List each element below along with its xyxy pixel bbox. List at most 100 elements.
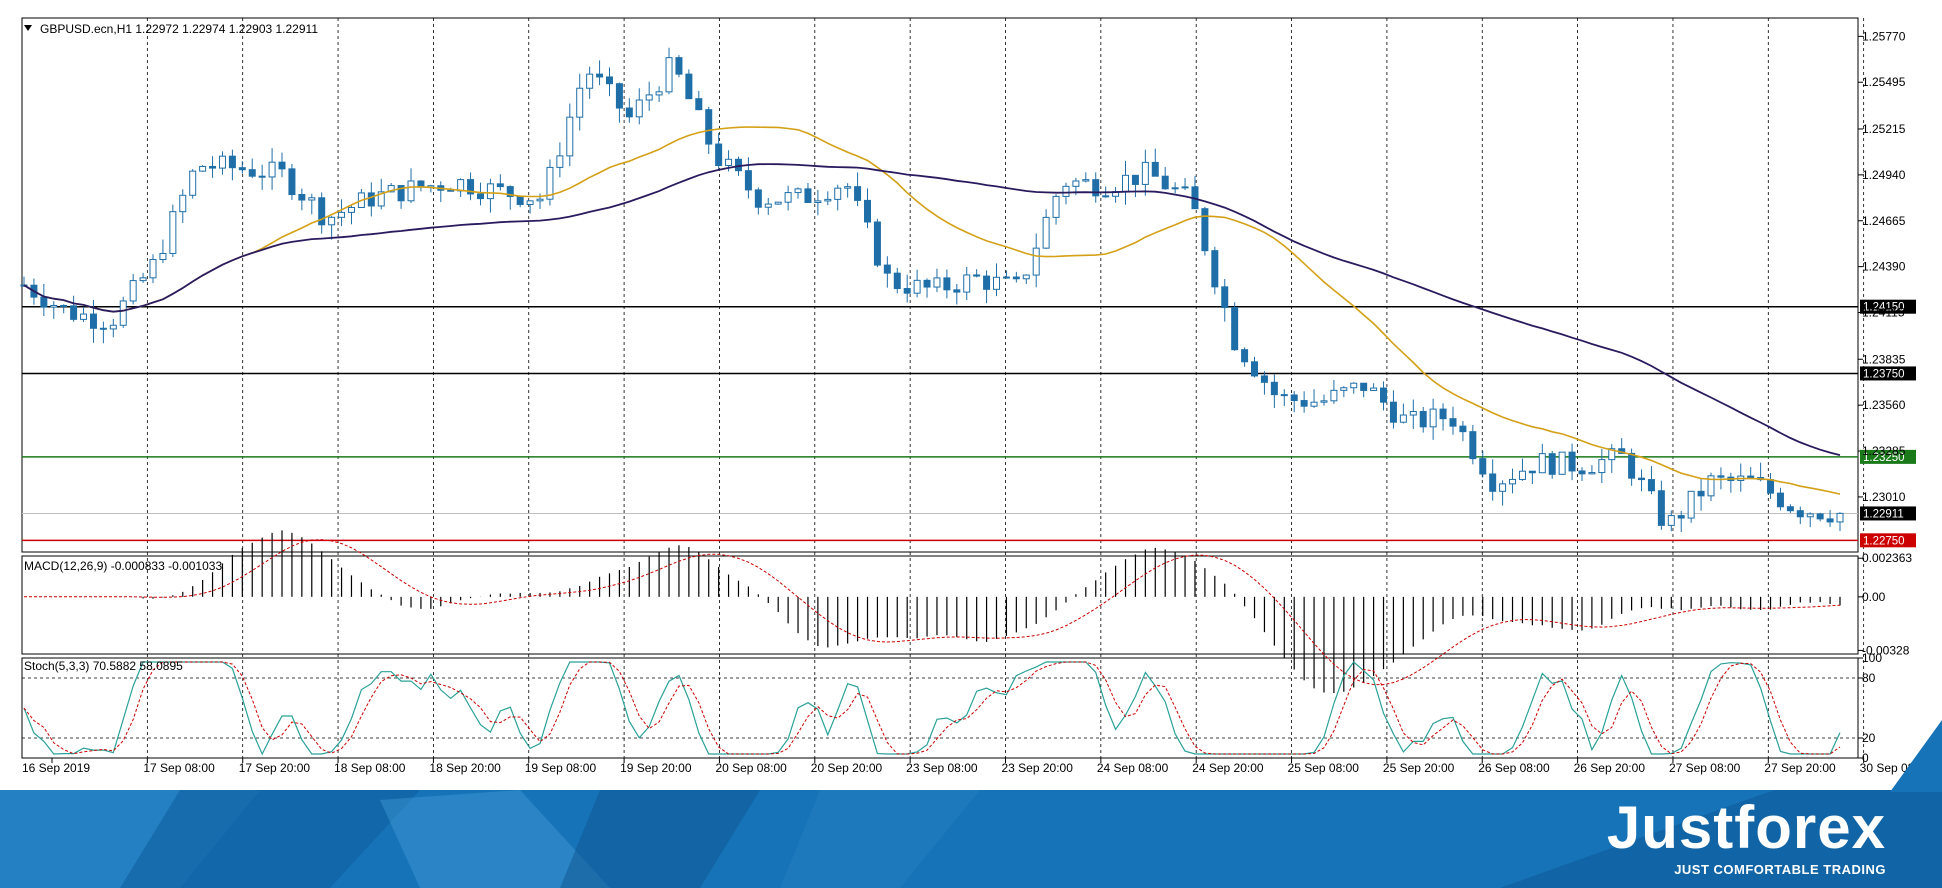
candle-body: [1419, 411, 1427, 428]
candle-body: [1836, 512, 1844, 523]
candle-body: [1697, 490, 1705, 497]
candle-body: [883, 264, 891, 274]
candle-body: [973, 274, 981, 277]
candle-body: [1638, 477, 1646, 481]
candle-body: [1270, 381, 1278, 396]
candle-body: [1161, 175, 1169, 190]
candle-body: [1102, 195, 1110, 198]
chart-header: GBPUSD.ecn,H1 1.22972 1.22974 1.22903 1.…: [40, 22, 318, 36]
candle-body: [70, 305, 78, 320]
time-label: 18 Sep 08:00: [334, 761, 406, 775]
candle-body: [854, 186, 862, 201]
candle-body: [1647, 479, 1655, 492]
time-label: 23 Sep 08:00: [906, 761, 978, 775]
price-label: 1.23835: [1862, 352, 1906, 366]
time-label: 20 Sep 08:00: [715, 761, 787, 775]
candle-body: [1389, 401, 1397, 423]
brand-logo: Justforex JUST COMFORTABLE TRADING: [1607, 796, 1886, 878]
candle-body: [1409, 411, 1417, 416]
candle-body: [298, 194, 306, 201]
candle-body: [1588, 472, 1596, 475]
candle-body: [328, 216, 336, 226]
candle-body: [268, 161, 276, 178]
candle-body: [476, 193, 484, 200]
candle-body: [1211, 250, 1219, 288]
candle-body: [1558, 451, 1566, 475]
candle-body: [1380, 387, 1388, 403]
candle-body: [1499, 483, 1507, 492]
candle-body: [238, 167, 246, 171]
brand-tagline: JUST COMFORTABLE TRADING: [1674, 862, 1886, 877]
price-label: 1.23010: [1862, 490, 1906, 504]
candle-body: [1806, 513, 1814, 518]
candle-body: [347, 206, 355, 213]
price-label: 1.24665: [1862, 214, 1906, 228]
candle-body: [288, 168, 296, 196]
candle-body: [496, 183, 504, 188]
trading-chart: 1.241501.237501.232501.227501.22911 16 S…: [20, 17, 1931, 775]
candle-body: [99, 327, 107, 330]
candle-body: [218, 155, 226, 169]
candle-body: [60, 304, 68, 307]
candle-body: [685, 73, 693, 100]
candle-body: [1509, 478, 1517, 485]
candle-body: [893, 272, 901, 290]
candle-body: [1260, 375, 1268, 383]
candle-body: [1767, 479, 1775, 494]
price-label: 1.23285: [1862, 444, 1906, 458]
candle-body: [665, 57, 673, 93]
candle-body: [1052, 195, 1060, 218]
candle-body: [139, 277, 147, 282]
candle-body: [605, 76, 613, 85]
candle-body: [1151, 161, 1159, 177]
candle-body: [1687, 490, 1695, 519]
candle-body: [129, 280, 137, 302]
candle-body: [695, 98, 703, 111]
candle-body: [1012, 276, 1020, 280]
price-label: 1.25495: [1862, 75, 1906, 89]
candle-body: [675, 57, 683, 75]
candle-body: [903, 288, 911, 294]
panel-3: [21, 657, 1859, 759]
time-label: 18 Sep 20:00: [429, 761, 501, 775]
candle-body: [1300, 400, 1308, 407]
chart-window: 1.24150 1.23750 1.23250 1.22750 1.22911 16 S…: [0, 0, 1942, 888]
candle-body: [159, 252, 167, 261]
candle-body: [1131, 174, 1139, 185]
candle-body: [635, 99, 643, 118]
candle-body: [943, 277, 951, 291]
candle-body: [1677, 515, 1685, 519]
stoch-header: Stoch(5,3,3) 70.5882 58.0895: [24, 659, 183, 673]
candle-body: [308, 197, 316, 201]
macd-header: MACD(12,26,9) -0.000833 -0.001033: [24, 559, 222, 573]
banner-corner: [1890, 720, 1942, 792]
candle-body: [1330, 389, 1338, 402]
candle-body: [1181, 186, 1189, 189]
candle-body: [1628, 452, 1636, 479]
candle-body: [804, 188, 812, 204]
time-label: 23 Sep 20:00: [1002, 761, 1074, 775]
price-label: 1.24940: [1862, 168, 1906, 182]
level-label: 1.22750: [1863, 535, 1905, 547]
candle-body: [149, 259, 157, 279]
candle-body: [754, 189, 762, 208]
candle-body: [913, 279, 921, 294]
candle-body: [447, 189, 455, 192]
candle-body: [1489, 473, 1497, 492]
candle-body: [516, 195, 524, 205]
candle-body: [1528, 470, 1536, 474]
candle-body: [1221, 286, 1229, 309]
candle-body: [1340, 387, 1348, 391]
price-label: 1.23560: [1862, 398, 1906, 412]
candle-body: [844, 186, 852, 189]
candle-body: [953, 289, 961, 293]
candle-body: [1439, 408, 1447, 420]
time-label: 24 Sep 20:00: [1192, 761, 1264, 775]
candle-body: [576, 87, 584, 118]
candle-body: [615, 83, 623, 109]
candle-body: [655, 91, 663, 96]
candle-body: [1429, 408, 1437, 428]
candle-body: [258, 175, 266, 178]
candle-body: [1657, 490, 1665, 526]
candle-body: [228, 155, 236, 169]
